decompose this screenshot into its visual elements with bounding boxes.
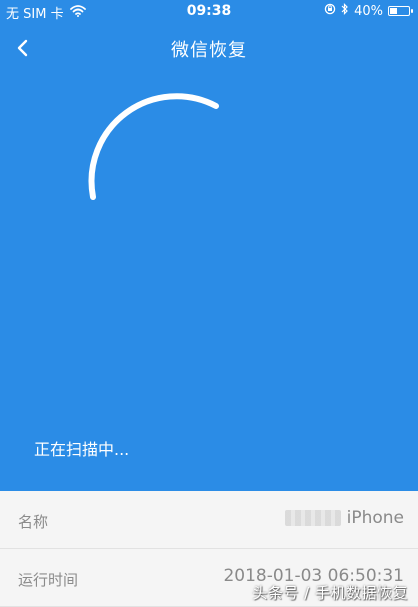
battery-icon [388, 6, 413, 16]
rotation-lock-icon [324, 3, 336, 19]
battery-percent: 40% [354, 3, 383, 19]
device-info-list: 名称 iPhone 运行时间 2018-01-03 06:50:31 头条号 /… [0, 491, 418, 607]
status-bar: 无 SIM 卡 09:38 40% [0, 0, 418, 24]
loading-spinner-icon [88, 93, 219, 200]
info-value-name: iPhone [284, 508, 404, 528]
nav-bar: 微信恢复 [0, 24, 418, 72]
bluetooth-icon [341, 3, 349, 19]
page-title: 微信恢复 [171, 40, 247, 61]
device-name-text: iPhone [346, 508, 404, 528]
info-label-name: 名称 [18, 513, 49, 531]
info-row-name: 名称 iPhone [0, 491, 418, 549]
scan-header-area: 无 SIM 卡 09:38 40% 微信恢复 正在扫描中... [0, 0, 418, 491]
watermark-text: 头条号 / 手机数据恢复 [252, 584, 408, 602]
screen: 无 SIM 卡 09:38 40% 微信恢复 正在扫描中... 名称 iPhon… [0, 0, 418, 607]
scan-status-text: 正在扫描中... [34, 440, 130, 459]
info-label-runtime: 运行时间 [18, 571, 79, 589]
redacted-text [284, 510, 341, 526]
status-right: 40% [324, 3, 413, 19]
battery-fill [390, 8, 397, 14]
